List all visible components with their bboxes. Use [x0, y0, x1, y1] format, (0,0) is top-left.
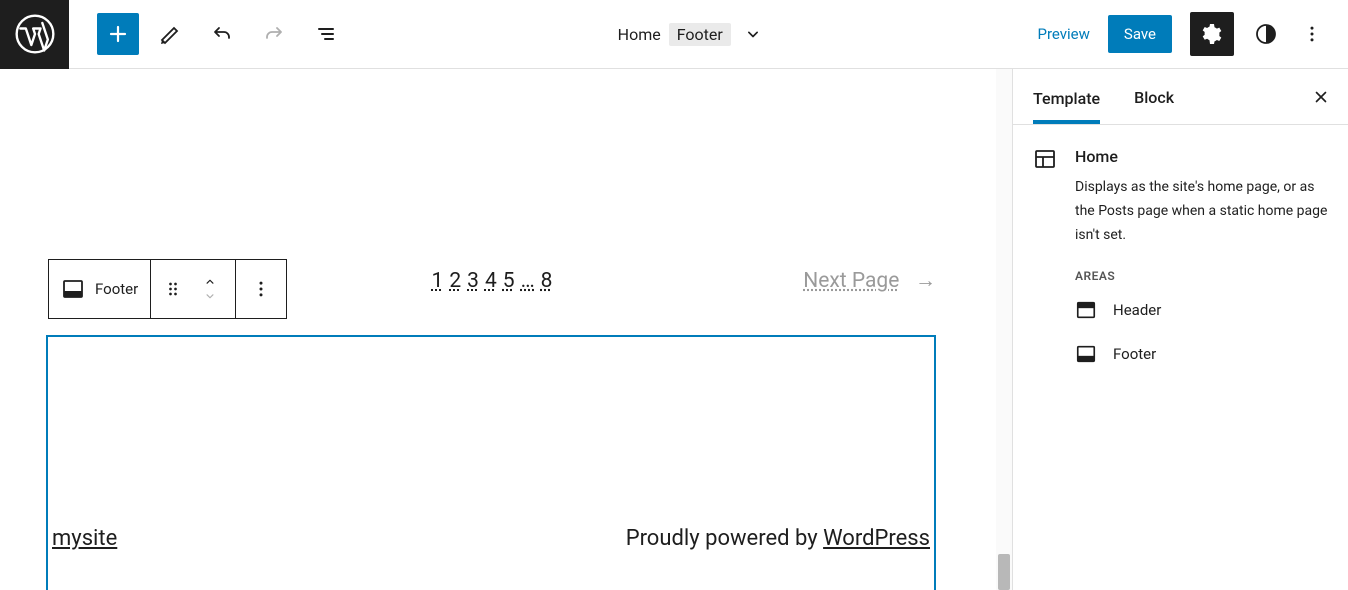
- page-link[interactable]: 2: [449, 269, 461, 293]
- move-down-button[interactable]: [201, 289, 219, 303]
- vertical-scrollbar[interactable]: [996, 69, 1012, 590]
- drag-handle-icon[interactable]: [161, 277, 185, 301]
- next-page-link[interactable]: Next Page →: [803, 269, 936, 293]
- editor-topbar: Home Footer Preview Save: [0, 0, 1348, 69]
- document-title[interactable]: Home Footer: [347, 20, 1038, 48]
- area-item-footer[interactable]: Footer: [1075, 343, 1328, 365]
- page-link[interactable]: 3: [467, 269, 479, 293]
- settings-sidebar: Template Block Home Displays as the site…: [1012, 69, 1348, 590]
- sidebar-tabs: Template Block: [1013, 69, 1348, 125]
- topbar-right-tools: Preview Save: [1038, 12, 1348, 56]
- template-name: Home: [1075, 147, 1328, 166]
- block-toolbar: Footer: [48, 259, 287, 319]
- block-toolbar-label: Footer: [95, 280, 138, 298]
- wp-logo-home[interactable]: [0, 0, 69, 69]
- block-mover: [191, 275, 229, 303]
- page-link[interactable]: 5: [503, 269, 515, 293]
- arrow-right-icon: →: [915, 269, 936, 293]
- tab-block[interactable]: Block: [1134, 70, 1174, 123]
- breadcrumb-parent: Home: [618, 25, 661, 44]
- scrollbar-thumb[interactable]: [998, 554, 1010, 590]
- editor-canvas-wrap: 1 2 3 4 5 … 8 Next Page → Footer: [0, 69, 996, 590]
- template-areas: AREAS Header Footer: [1075, 269, 1328, 365]
- template-description: Displays as the site's home page, or as …: [1075, 176, 1328, 247]
- footer-content-row: mysite Proudly powered by WordPress: [48, 526, 934, 551]
- chevron-down-icon[interactable]: [739, 20, 767, 48]
- block-inserter-toggle[interactable]: [97, 13, 139, 55]
- block-options-button[interactable]: [236, 260, 286, 318]
- page-link[interactable]: 1: [432, 269, 444, 293]
- preview-button[interactable]: Preview: [1038, 25, 1090, 43]
- area-item-label: Footer: [1113, 345, 1156, 363]
- options-button[interactable]: [1298, 20, 1326, 48]
- close-sidebar-button[interactable]: [1312, 88, 1330, 106]
- block-type-switcher[interactable]: Footer: [49, 260, 151, 318]
- header-part-icon: [1075, 299, 1097, 321]
- footer-template-part[interactable]: mysite Proudly powered by WordPress: [46, 335, 936, 590]
- page-ellipsis: …: [521, 269, 535, 293]
- breadcrumb-current: Footer: [669, 23, 731, 46]
- undo-button[interactable]: [201, 13, 243, 55]
- tools-button[interactable]: [149, 13, 191, 55]
- next-page-label: Next Page: [803, 269, 899, 293]
- area-item-label: Header: [1113, 301, 1161, 319]
- list-view-toggle[interactable]: [305, 13, 347, 55]
- redo-button[interactable]: [253, 13, 295, 55]
- areas-heading: AREAS: [1075, 269, 1328, 283]
- save-button[interactable]: Save: [1108, 15, 1172, 53]
- site-title-link[interactable]: mysite: [52, 526, 117, 551]
- footer-part-icon: [61, 277, 85, 301]
- area-item-header[interactable]: Header: [1075, 299, 1328, 321]
- page-link[interactable]: 4: [485, 269, 497, 293]
- footer-part-icon: [1075, 343, 1097, 365]
- settings-toggle[interactable]: [1190, 12, 1234, 56]
- page-link[interactable]: 8: [541, 269, 553, 293]
- wordpress-link[interactable]: WordPress: [823, 526, 930, 551]
- block-move-segment: [151, 260, 236, 318]
- topbar-left-tools: [69, 13, 347, 55]
- layout-icon: [1033, 147, 1057, 171]
- tab-template[interactable]: Template: [1033, 71, 1100, 124]
- template-info: Home Displays as the site's home page, o…: [1033, 147, 1328, 247]
- powered-by-text: Proudly powered by WordPress: [626, 526, 930, 551]
- move-up-button[interactable]: [201, 275, 219, 289]
- styles-button[interactable]: [1252, 20, 1280, 48]
